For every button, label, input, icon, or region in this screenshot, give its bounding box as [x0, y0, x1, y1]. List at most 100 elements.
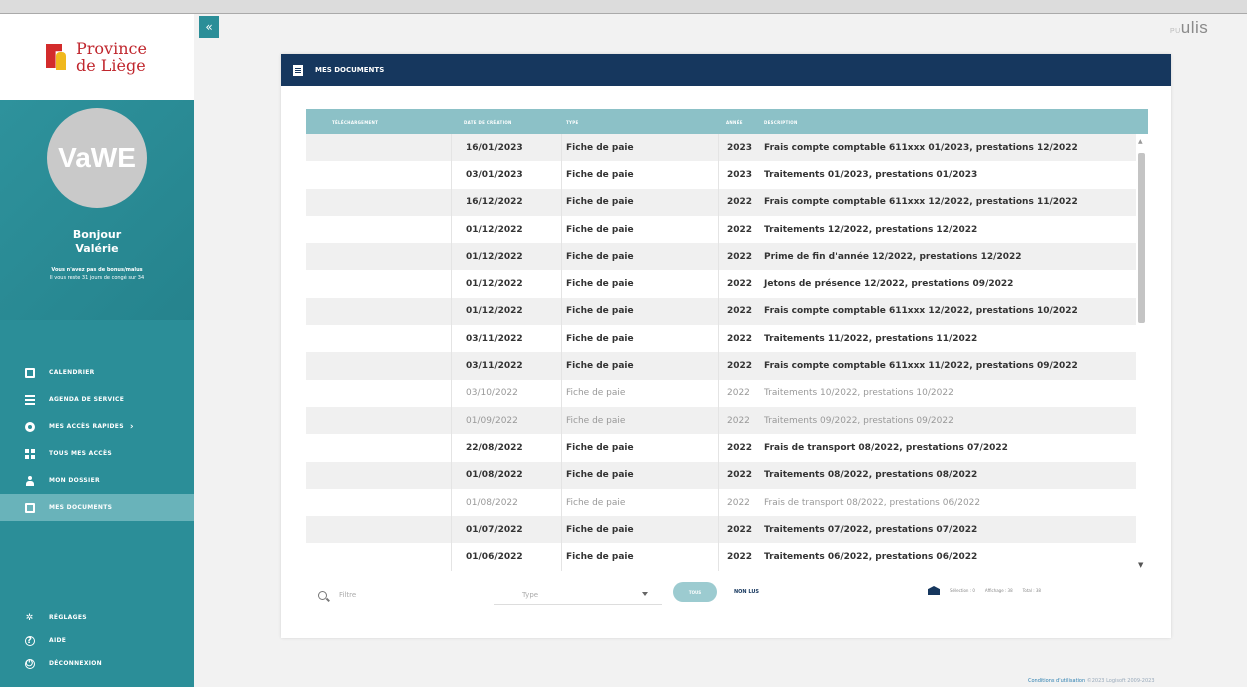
document-icon	[24, 502, 35, 513]
table-row[interactable]: 01/06/2022 Fiche de paie 2022 Traitements 0…	[306, 543, 1136, 571]
unread-filter-button[interactable]: NON LUS	[734, 582, 759, 602]
greeting-text: Bonjour	[72, 228, 122, 241]
type-select[interactable]: Type	[494, 585, 662, 605]
table-row[interactable]: 03/01/2023 Fiche de paie 2023 Traitements 0…	[306, 161, 1136, 189]
pdf-download-icon[interactable]	[362, 442, 372, 454]
table-row[interactable]: 01/08/2022 Fiche de paie 2022 Traitements 0…	[306, 461, 1136, 489]
table-row[interactable]: 03/11/2022 Fiche de paie 2022 Frais compte …	[306, 352, 1136, 380]
pdf-download-icon[interactable]	[362, 224, 372, 236]
table-row[interactable]: 01/07/2022 Fiche de paie 2022 Traitements 0…	[306, 516, 1136, 544]
leave-note: Vous n'avez pas de bonus/malus Il vous r…	[0, 266, 194, 282]
filter-input[interactable]: Filtre	[339, 591, 356, 599]
pdf-download-icon[interactable]	[362, 142, 372, 154]
filter-box[interactable]: Filtre	[318, 585, 488, 605]
cell-type: Fiche de paie	[566, 552, 634, 563]
cell-description: Frais compte comptable 611xxx 11/2022, p…	[764, 361, 1078, 372]
cell-year: 2022	[727, 415, 750, 426]
pdf-download-icon[interactable]	[362, 360, 372, 372]
col-date[interactable]: DATE DE CRÉATION	[464, 120, 512, 125]
menu-item-1[interactable]: AGENDA DE SERVICE	[0, 386, 194, 413]
cell-description: Traitements 11/2022, prestations 11/2022	[764, 333, 978, 344]
table-row[interactable]: 01/12/2022 Fiche de paie 2022 Frais compte …	[306, 297, 1136, 326]
col-description[interactable]: DESCRIPTION	[764, 120, 798, 125]
cell-description: Traitements 10/2022, prestations 10/2022	[764, 388, 954, 399]
menu-item-3[interactable]: TOUS MES ACCÈS	[0, 440, 194, 467]
col-year[interactable]: ANNÉE	[726, 120, 743, 125]
cell-date: 16/12/2022	[466, 197, 523, 208]
envelope-icon[interactable]	[928, 586, 940, 595]
cell-year: 2022	[727, 306, 753, 317]
table-row[interactable]: 03/10/2022 Fiche de paie 2022 Traitements 1…	[306, 379, 1136, 407]
cell-date: 01/08/2022	[466, 470, 523, 481]
table-toolbar: Filtre Type TOUS NON LUS Sélection : 0 A…	[306, 579, 1148, 609]
table-row[interactable]: 22/08/2022 Fiche de paie 2022 Frais de tran…	[306, 434, 1136, 462]
menu-item-2[interactable]: MES ACCÈS RAPIDES ›	[0, 413, 194, 440]
menu-item-label: MES ACCÈS RAPIDES	[49, 423, 124, 430]
show-all-button[interactable]: TOUS	[673, 582, 717, 602]
collapse-sidebar-button[interactable]: «	[199, 16, 219, 38]
cell-description: Frais compte comptable 611xxx 12/2022, p…	[764, 306, 1078, 317]
top-bar	[0, 0, 1247, 14]
table-row[interactable]: 01/09/2022 Fiche de paie 2022 Traitements 0…	[306, 406, 1136, 435]
cell-type: Fiche de paie	[566, 333, 634, 344]
cell-year: 2022	[727, 552, 753, 563]
pdf-download-icon[interactable]	[362, 469, 372, 481]
cell-type: Fiche de paie	[566, 442, 634, 453]
pdf-download-icon[interactable]	[362, 524, 372, 536]
table-scrollbar[interactable]: ▲ ▼	[1136, 134, 1148, 577]
province-emblem-icon	[46, 42, 70, 72]
cell-description: Traitements 07/2022, prestations 07/2022	[764, 524, 978, 535]
cell-date: 03/01/2023	[466, 169, 523, 180]
menu-item-label: AIDE	[49, 637, 67, 644]
cell-date: 01/06/2022	[466, 552, 523, 563]
cell-date: 03/11/2022	[466, 361, 523, 372]
sidebar: Province de Liège VaWE Bonjour Valérie V…	[0, 14, 194, 687]
table-row[interactable]: 01/08/2022 Fiche de paie 2022 Frais de tran…	[306, 488, 1136, 517]
scroll-thumb[interactable]	[1138, 153, 1145, 323]
province-logo[interactable]: Province de Liège	[0, 14, 194, 100]
menu-item-4[interactable]: MON DOSSIER	[0, 467, 194, 494]
user-name: Valérie	[75, 242, 119, 255]
document-icon	[293, 64, 303, 76]
menu-item-label: DÉCONNEXION	[49, 660, 103, 667]
table-row[interactable]: 03/11/2022 Fiche de paie 2022 Traitements 1…	[306, 325, 1136, 353]
col-download[interactable]: TÉLÉCHARGEMENT	[332, 120, 378, 125]
table-row[interactable]: 16/01/2023 Fiche de paie 2023 Frais compte …	[306, 134, 1136, 162]
total-count: Total : 38	[1022, 588, 1041, 593]
pdf-download-icon[interactable]	[362, 251, 372, 263]
pdf-download-icon[interactable]	[362, 196, 372, 208]
col-type[interactable]: TYPE	[566, 120, 579, 125]
grid-icon	[24, 448, 35, 459]
terms-link[interactable]: Conditions d'utilisation	[1028, 678, 1085, 684]
table-row[interactable]: 01/12/2022 Fiche de paie 2022 Prime de fin …	[306, 243, 1136, 271]
cell-year: 2022	[727, 361, 753, 372]
bottom-menu-item-1[interactable]: ? AIDE	[0, 629, 194, 652]
menu-item-0[interactable]: CALENDRIER	[0, 359, 194, 386]
pdf-download-icon[interactable]	[362, 278, 372, 290]
table-stats: Sélection : 0 Affichage : 38 Total : 38	[950, 588, 1041, 593]
cell-date: 01/12/2022	[466, 251, 523, 262]
menu-item-5[interactable]: MES DOCUMENTS	[0, 494, 194, 521]
table-row[interactable]: 01/12/2022 Fiche de paie 2022 Traitements 1…	[306, 215, 1136, 244]
bottom-menu-item-2[interactable]: ⏻ DÉCONNEXION	[0, 652, 194, 675]
table-body: 16/01/2023 Fiche de paie 2023 Frais compte …	[306, 134, 1136, 577]
pdf-download-icon[interactable]	[362, 169, 372, 181]
scroll-down-icon[interactable]: ▼	[1138, 561, 1143, 569]
cell-type: Fiche de paie	[566, 169, 634, 180]
pdf-download-icon[interactable]	[362, 387, 372, 399]
pdf-download-icon[interactable]	[362, 333, 372, 345]
power-icon: ⏻	[24, 658, 35, 669]
scroll-up-icon[interactable]: ▲	[1138, 138, 1143, 145]
avatar[interactable]: VaWE	[47, 108, 147, 208]
pdf-download-icon[interactable]	[362, 305, 372, 317]
cell-type: Fiche de paie	[566, 251, 634, 262]
help-icon: ?	[24, 635, 35, 646]
table-row[interactable]: 16/12/2022 Fiche de paie 2022 Frais compte …	[306, 188, 1136, 216]
bottom-menu-item-0[interactable]: ✲ RÉGLAGES	[0, 606, 194, 629]
cell-date: 01/12/2022	[466, 306, 523, 317]
table-row[interactable]: 01/12/2022 Fiche de paie 2022 Jetons de pré…	[306, 270, 1136, 298]
pdf-download-icon[interactable]	[362, 551, 372, 563]
pdf-download-icon[interactable]	[362, 497, 372, 509]
cell-description: Traitements 08/2022, prestations 08/2022	[764, 470, 978, 481]
pdf-download-icon[interactable]	[362, 415, 372, 427]
